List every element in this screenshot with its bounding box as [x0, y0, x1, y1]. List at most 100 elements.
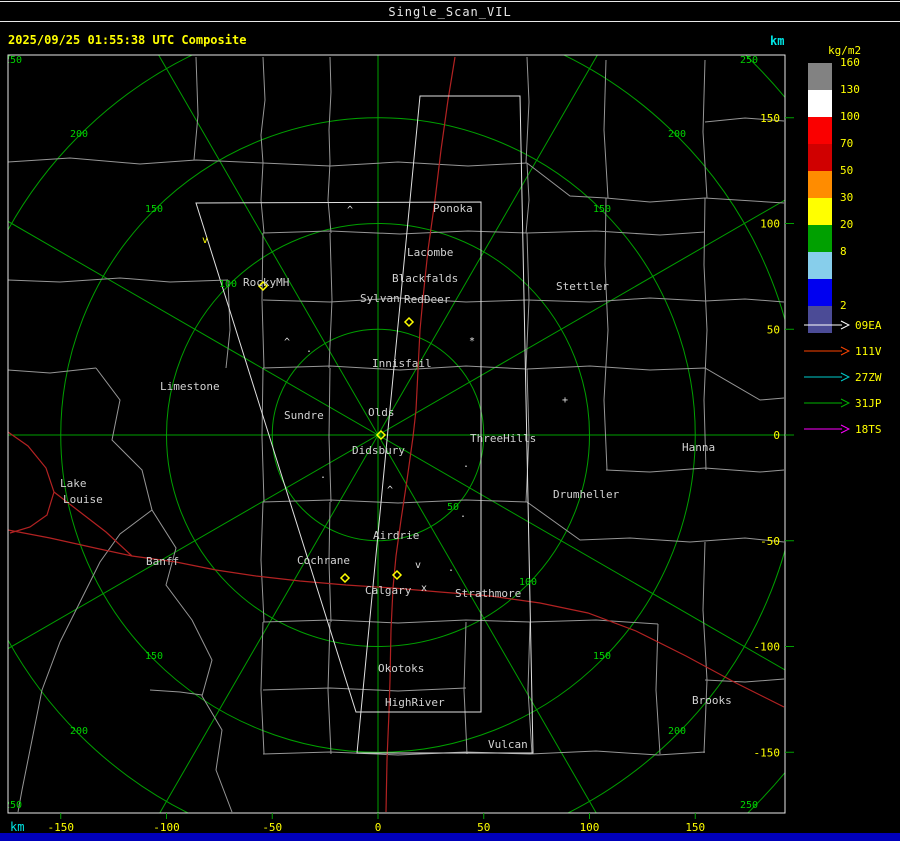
county-boundary [8, 277, 229, 283]
city-label: Vulcan [488, 738, 528, 751]
right-axis-label: -150 [754, 746, 781, 759]
radar-id-label: 27ZW [855, 370, 882, 384]
radar-legend-row: 27ZW [804, 370, 882, 384]
county-boundary [703, 197, 708, 471]
county-boundary [529, 750, 706, 756]
map-marker: . [463, 459, 469, 470]
map-marker: . [448, 563, 454, 574]
county-boundary [260, 162, 265, 234]
city-label: Blackfalds [392, 272, 458, 285]
legend-scale-value: 8 [840, 245, 847, 258]
legend-scale-value: 30 [840, 191, 854, 204]
city-label: Louise [63, 493, 103, 506]
city-label: Lake [60, 477, 87, 490]
radar-site-marker [403, 316, 415, 328]
county-boundary [704, 678, 785, 683]
legend-color-block [808, 171, 832, 198]
legend-scale-value: 130 [840, 83, 860, 96]
city-label: RockyMH [243, 276, 289, 289]
map-marker: * [469, 336, 475, 347]
legend-scale-value: 20 [840, 218, 854, 231]
city-label: Strathmore [455, 587, 521, 600]
bottom-status-strip [0, 833, 900, 841]
range-distance-label: 100 [219, 279, 237, 290]
county-boundary [328, 232, 333, 369]
county-boundary [149, 689, 203, 696]
radar-display: 50 100 100 150 150 150 150 200 200 200 200 250 250 25… [4, 54, 794, 834]
legend-color-block [808, 117, 832, 144]
map-marker: v [202, 235, 208, 246]
county-boundary [655, 623, 661, 755]
range-distance-label: 200 [70, 726, 88, 737]
city-label: Okotoks [378, 662, 424, 675]
bottom-axis-unit-label: km [10, 820, 24, 834]
scan-coverage-outline [356, 95, 534, 754]
legend-scale-value: 100 [840, 110, 860, 123]
city-label: Banff [146, 555, 179, 568]
city-label: Olds [368, 406, 395, 419]
map-marker: . [460, 509, 466, 520]
city-label: Limestone [160, 380, 220, 393]
city-label: Lacombe [407, 246, 453, 259]
map-marker: . [306, 344, 312, 355]
county-boundary [225, 279, 231, 369]
city-label: ThreeHills [470, 432, 536, 445]
legend-color-block [808, 225, 832, 252]
range-distance-label: 150 [145, 651, 163, 662]
range-distance-label: 150 [593, 651, 611, 662]
right-axis-label: 100 [760, 218, 780, 231]
legend-color-block [808, 279, 832, 306]
city-label: Calgary [365, 584, 412, 597]
range-distance-label: 250 [740, 55, 758, 66]
vil-color-scale: 160 130 100 70 50 30 20 8 2 [808, 56, 900, 343]
county-boundary [526, 297, 785, 303]
radar-id-label: 09EA [855, 318, 882, 332]
county-boundary [262, 619, 531, 624]
legend-color-block [808, 198, 832, 225]
county-boundary [262, 161, 528, 167]
city-label: Hanna [682, 441, 715, 454]
county-boundary [702, 541, 708, 754]
county-boundary [262, 499, 528, 504]
county-boundary [702, 59, 708, 199]
county-boundary [603, 59, 609, 199]
radar-map-layers: 50 100 100 150 150 150 150 200 200 200 200 250 250 25… [4, 55, 785, 813]
range-distance-label: 150 [593, 204, 611, 215]
county-boundary [8, 157, 264, 165]
city-label: Sylvan [360, 292, 400, 305]
city-label: Innisfail [372, 357, 432, 370]
county-boundary [525, 56, 530, 164]
county-boundary [262, 230, 528, 235]
county-boundary [529, 619, 659, 625]
radar-id-label: 111V [855, 344, 882, 358]
county-boundary [262, 687, 467, 692]
county-boundary [260, 501, 265, 623]
county-boundary [526, 230, 706, 236]
city-label: Didsbury [352, 444, 405, 457]
radar-arrow-icon [804, 398, 850, 408]
county-boundary [260, 56, 266, 164]
right-axis-label: -50 [760, 535, 780, 548]
radar-site-marker [339, 572, 351, 584]
range-distance-label: 200 [70, 129, 88, 140]
legend-scale-value: 2 [840, 299, 847, 312]
city-label: Ponoka [433, 202, 473, 215]
radar-legend-row: 09EA [804, 318, 882, 332]
radar-legend-row: 111V [804, 344, 882, 358]
radar-arrow-icon [804, 424, 850, 434]
city-label: HighRiver [385, 696, 445, 709]
county-boundary [328, 56, 332, 164]
range-distance-label: 250 [4, 800, 22, 811]
county-boundary [603, 197, 609, 471]
legend-color-block [808, 252, 832, 279]
county-boundary [526, 162, 785, 204]
range-distance-label: 50 [447, 502, 459, 513]
legend-color-block [808, 63, 832, 90]
radar-arrow-icon [804, 346, 850, 356]
city-label: Brooks [692, 694, 732, 707]
legend-scale-value: 50 [840, 164, 854, 177]
map-marker: x [421, 583, 427, 594]
range-distance-label: 200 [668, 726, 686, 737]
range-distance-label: 250 [740, 800, 758, 811]
radar-application-window: Single_Scan_VIL 2025/09/25 01:55:38 UTC … [0, 0, 900, 841]
